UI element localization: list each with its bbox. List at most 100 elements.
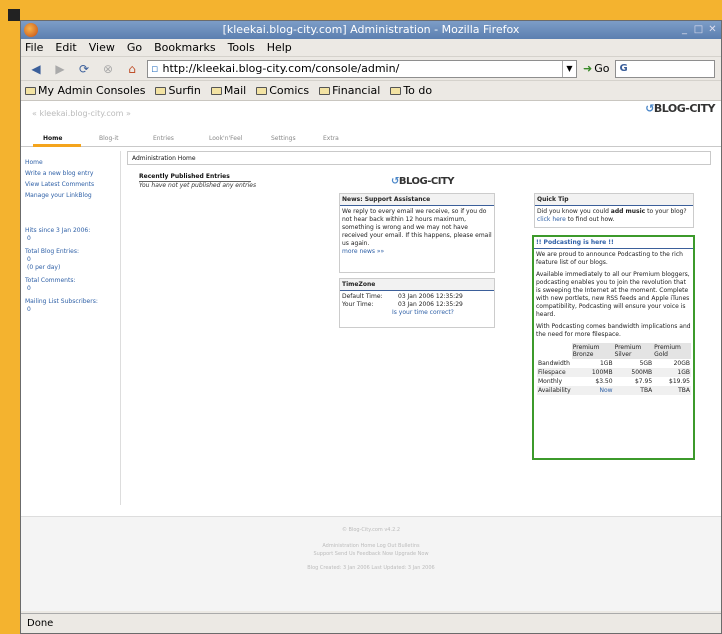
tab-looknfeel[interactable]: Look'n'Feel bbox=[209, 135, 242, 142]
sidebar-link-linkblog[interactable]: Manage your LinkBlog bbox=[25, 192, 120, 199]
page-icon: ▫ bbox=[151, 62, 159, 75]
admin-tabs: Home Blog-it Entries Look'n'Feel Setting… bbox=[21, 123, 721, 147]
news-text: We reply to every email we receive, so i… bbox=[342, 208, 492, 247]
page-footer: © Blog-City.com v4.2.2 Administration Ho… bbox=[21, 516, 721, 611]
bookmark-my-admin-consoles[interactable]: My Admin Consoles bbox=[25, 84, 145, 97]
table-header: Premium Bronze bbox=[571, 343, 614, 359]
footer-copyright: © Blog-City.com v4.2.2 bbox=[341, 527, 401, 533]
go-button[interactable]: ➜ Go bbox=[583, 62, 609, 75]
menu-tools[interactable]: Tools bbox=[228, 41, 255, 54]
bookmark-label: To do bbox=[403, 84, 433, 97]
url-dropdown-icon[interactable]: ▼ bbox=[562, 60, 576, 77]
window-title: [kleekai.blog-city.com] Administration -… bbox=[222, 23, 520, 36]
bookmark-surfin[interactable]: Surfin bbox=[155, 84, 201, 97]
menu-bookmarks[interactable]: Bookmarks bbox=[154, 41, 215, 54]
bookmark-to-do[interactable]: To do bbox=[390, 84, 432, 97]
table-cell: Filespace bbox=[537, 368, 572, 377]
your-time-value: 03 Jan 2006 12:35:29 bbox=[398, 301, 463, 308]
folder-icon bbox=[319, 87, 331, 95]
search-field[interactable]: G bbox=[615, 59, 716, 78]
subscribers-label: Mailing List Subscribers: bbox=[25, 298, 98, 305]
tab-blog-it[interactable]: Blog-it bbox=[99, 135, 118, 142]
logo-text: BLOG-CITY bbox=[398, 176, 455, 187]
window-corner bbox=[8, 9, 20, 21]
menu-go[interactable]: Go bbox=[127, 41, 142, 54]
entries-rate: (0 per day) bbox=[27, 264, 61, 271]
table-cell: TBA bbox=[613, 386, 654, 395]
default-time-label: Default Time: bbox=[342, 293, 383, 300]
comments-value: 0 bbox=[27, 285, 31, 292]
site-header: « kleekai.blog-city.com » ↺BLOG-CITY bbox=[21, 101, 721, 123]
footer-links-2[interactable]: Support Send Us Feedback Now Upgrade Now bbox=[21, 551, 721, 557]
table-cell: $3.50 bbox=[595, 378, 613, 385]
forward-icon[interactable]: ▶ bbox=[51, 61, 69, 77]
url-field[interactable]: ▫ http://kleekai.blog-city.com/console/a… bbox=[147, 59, 577, 78]
menu-help[interactable]: Help bbox=[267, 41, 292, 54]
active-tab-underline bbox=[33, 144, 81, 147]
tab-settings[interactable]: Settings bbox=[271, 135, 296, 142]
quick-tip-panel: Quick Tip Did you know you could add mus… bbox=[534, 193, 694, 228]
blog-city-logo[interactable]: ↺BLOG-CITY bbox=[645, 102, 715, 115]
recent-entries: Recently Published Entries You have not … bbox=[139, 173, 319, 189]
bookmark-comics[interactable]: Comics bbox=[256, 84, 309, 97]
folder-icon bbox=[155, 87, 167, 95]
podcasting-intro: We are proud to announce Podcasting to t… bbox=[536, 251, 683, 266]
table-cell: 500MB bbox=[613, 368, 654, 377]
now-link[interactable]: Now bbox=[571, 386, 614, 395]
menu-bar: File Edit View Go Bookmarks Tools Help bbox=[21, 39, 721, 57]
table-cell: Monthly bbox=[538, 378, 563, 385]
back-icon[interactable]: ◀ bbox=[27, 61, 45, 77]
comments-label: Total Comments: bbox=[25, 277, 76, 284]
tip-click-here-link[interactable]: click here bbox=[537, 216, 566, 223]
bookmark-label: Financial bbox=[332, 84, 381, 97]
sidebar-link-latest-comments[interactable]: View Latest Comments bbox=[25, 181, 120, 188]
tab-entries[interactable]: Entries bbox=[153, 135, 174, 142]
sidebar-link-home[interactable]: Home bbox=[25, 159, 120, 166]
tab-home[interactable]: Home bbox=[43, 135, 62, 142]
home-icon[interactable]: ⌂ bbox=[123, 61, 141, 77]
table-cell: 1GB bbox=[653, 368, 691, 377]
recent-entries-empty: You have not yet published any entries bbox=[139, 182, 257, 189]
reload-icon[interactable]: ⟳ bbox=[75, 61, 93, 77]
blog-city-logo-center: ↺BLOG-CITY bbox=[391, 176, 455, 187]
podcasting-panel: !! Podcasting is here !! We are proud to… bbox=[532, 235, 695, 460]
go-label: Go bbox=[594, 62, 610, 75]
bookmark-financial[interactable]: Financial bbox=[319, 84, 380, 97]
your-time-label: Your Time: bbox=[342, 301, 374, 308]
site-url-link[interactable]: « kleekai.blog-city.com » bbox=[32, 109, 131, 118]
tab-extra[interactable]: Extra bbox=[323, 135, 339, 142]
table-cell: 100MB bbox=[571, 368, 614, 377]
table-row: Availability Now TBA TBA bbox=[537, 386, 691, 395]
bookmark-mail[interactable]: Mail bbox=[210, 84, 246, 97]
table-cell: 1GB bbox=[599, 360, 613, 367]
minimize-icon[interactable]: _ bbox=[678, 23, 691, 36]
hits-label: Hits since 3 Jan 2006: bbox=[25, 227, 91, 234]
time-correct-link[interactable]: Is your time correct? bbox=[392, 309, 454, 316]
swirl-icon: ↺ bbox=[391, 176, 399, 187]
bookmark-label: My Admin Consoles bbox=[38, 84, 146, 97]
main-content: Administration Home Recently Published E… bbox=[127, 151, 711, 460]
swirl-icon: ↺ bbox=[645, 102, 654, 115]
menu-view[interactable]: View bbox=[89, 41, 115, 54]
hits-value: 0 bbox=[27, 235, 31, 242]
table-row: Bandwidth 1GB 5GB 20GB bbox=[537, 359, 691, 368]
status-bar: Done bbox=[21, 613, 721, 633]
tip-text-post: to your blog? bbox=[645, 208, 687, 215]
menu-edit[interactable]: Edit bbox=[55, 41, 76, 54]
breadcrumb: Administration Home bbox=[127, 151, 711, 165]
go-icon: ➜ bbox=[583, 62, 593, 75]
folder-icon bbox=[25, 87, 36, 95]
url-text: http://kleekai.blog-city.com/console/adm… bbox=[162, 62, 400, 75]
folder-icon bbox=[256, 87, 268, 95]
more-news-link[interactable]: more news »» bbox=[342, 248, 384, 255]
tip-text-pre: Did you know you could bbox=[537, 208, 611, 215]
news-panel: News: Support Assistance We reply to eve… bbox=[339, 193, 495, 273]
maximize-icon[interactable]: □ bbox=[692, 23, 705, 36]
stop-icon[interactable]: ⊗ bbox=[99, 61, 117, 77]
table-cell: TBA bbox=[653, 386, 691, 395]
footer-links-1[interactable]: Administration Home Log Out Bulletins bbox=[21, 543, 721, 549]
menu-file[interactable]: File bbox=[25, 41, 43, 54]
close-icon[interactable]: ✕ bbox=[706, 23, 719, 36]
sidebar-link-write-entry[interactable]: Write a new blog entry bbox=[25, 170, 120, 177]
table-cell: $19.95 bbox=[669, 378, 690, 385]
